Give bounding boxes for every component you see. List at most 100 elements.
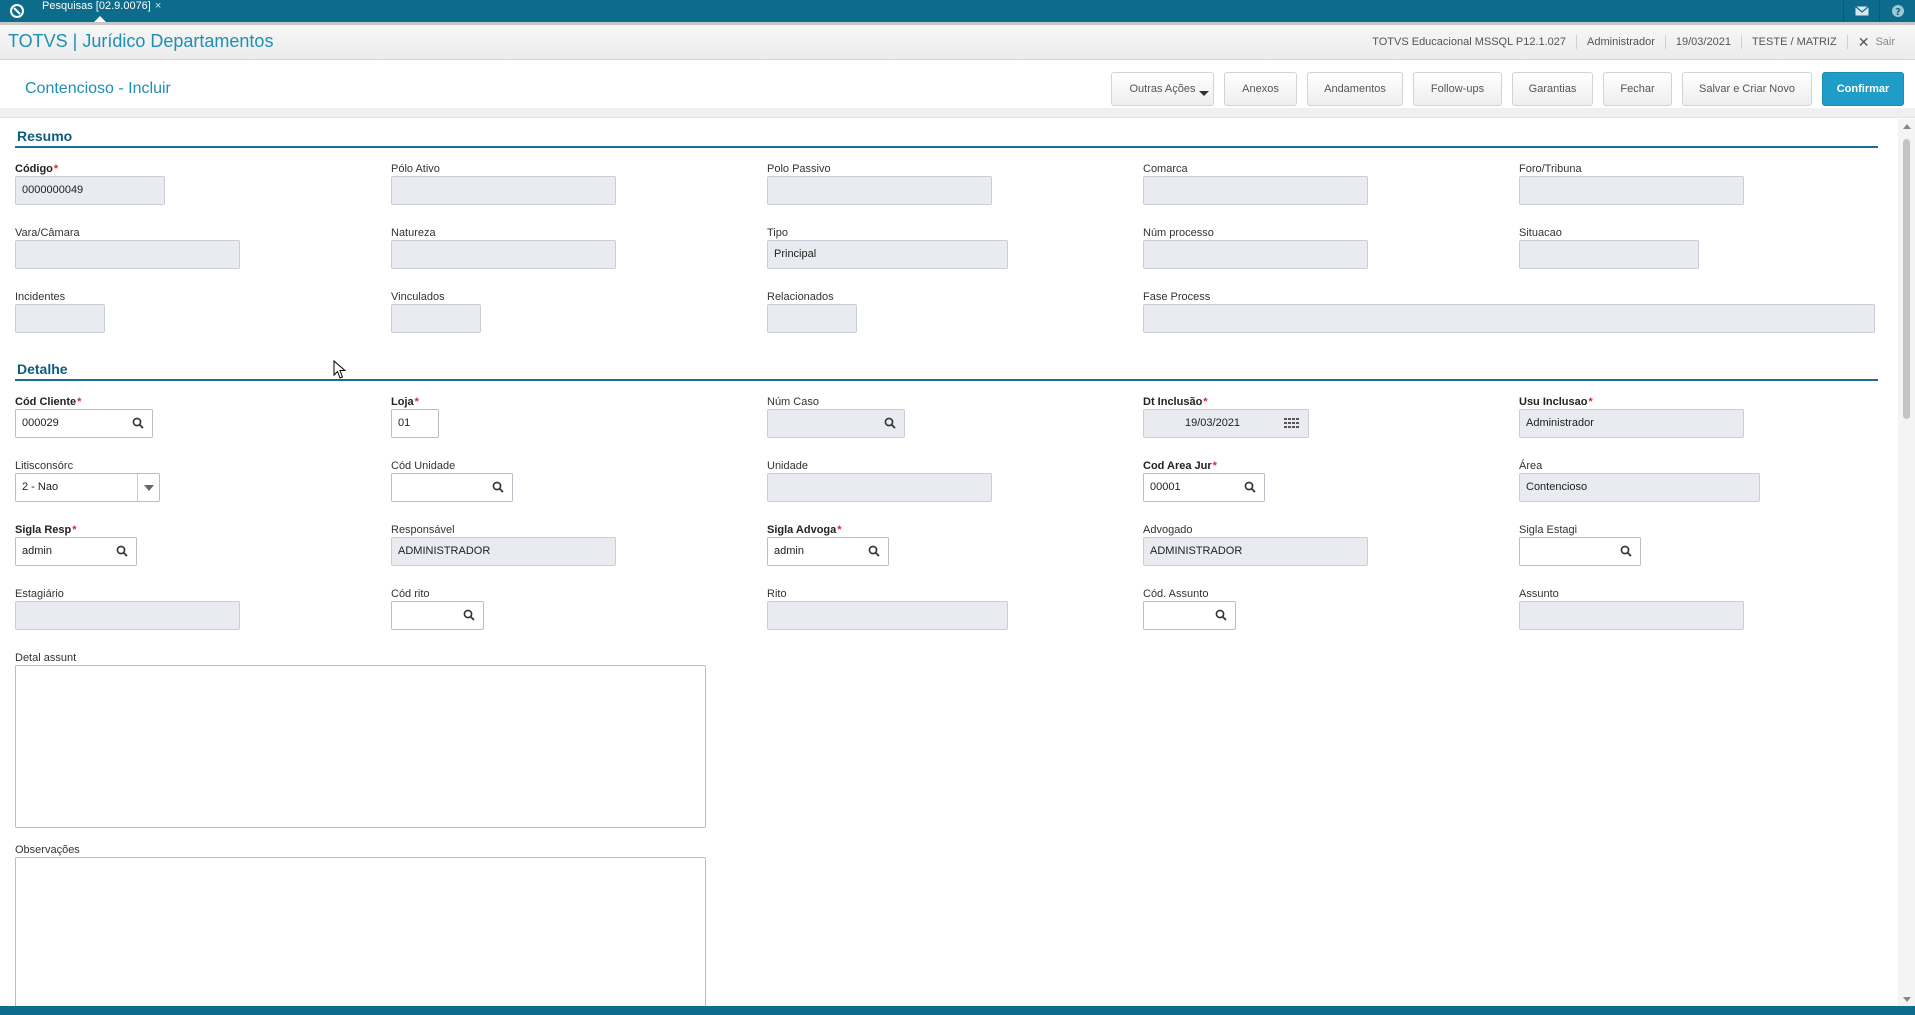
search-icon[interactable] [132, 417, 144, 429]
branch-label[interactable]: TESTE / MATRIZ [1740, 35, 1847, 49]
search-icon[interactable] [1244, 481, 1256, 493]
relacionados-field[interactable] [767, 304, 857, 333]
area-field[interactable]: Contencioso [1519, 473, 1760, 502]
search-icon[interactable] [492, 481, 504, 493]
other-actions-button[interactable]: Outras Ações [1111, 72, 1214, 106]
estagiario-field[interactable] [15, 601, 240, 630]
natureza-label: Natureza [391, 227, 436, 239]
rito-label: Rito [767, 588, 787, 600]
tipo-field[interactable]: Principal [767, 240, 1008, 269]
num-caso-label: Núm Caso [767, 396, 819, 408]
dt-inclusao-label: Dt Inclusão* [1143, 396, 1208, 408]
litisconsorc-select[interactable]: 2 - Nao [15, 473, 160, 502]
incidentes-field[interactable] [15, 304, 105, 333]
toolbar-separator [0, 108, 1915, 118]
foro-tribuna-field[interactable] [1519, 176, 1744, 205]
mail-icon[interactable] [1843, 0, 1879, 22]
polo-ativo-field[interactable] [391, 176, 616, 205]
guarantees-button[interactable]: Garantias [1512, 72, 1593, 106]
user-label: Administrador [1576, 35, 1665, 49]
polo-passivo-field[interactable] [767, 176, 992, 205]
codigo-label: Código* [15, 163, 59, 175]
responsavel-field[interactable]: ADMINISTRADOR [391, 537, 616, 566]
svg-text:?: ? [1895, 7, 1901, 18]
detal-assunt-textarea[interactable] [15, 665, 706, 828]
progress-button[interactable]: Andamentos [1307, 72, 1403, 106]
sigla-estagi-input[interactable] [1519, 537, 1641, 566]
vertical-scrollbar[interactable] [1898, 119, 1915, 1006]
scroll-down-icon[interactable] [1903, 997, 1911, 1002]
assunto-field[interactable] [1519, 601, 1744, 630]
session-info: TOTVS Educacional MSSQL P12.1.027 Admini… [1362, 25, 1905, 59]
comarca-label: Comarca [1143, 163, 1188, 175]
exit-label: Sair [1875, 36, 1895, 48]
usu-inclusao-field[interactable]: Administrador [1519, 409, 1744, 438]
estagiario-label: Estagiário [15, 588, 64, 600]
relacionados-label: Relacionados [767, 291, 834, 303]
search-icon[interactable] [463, 609, 475, 621]
date-label: 19/03/2021 [1664, 35, 1741, 49]
cod-unidade-input[interactable] [391, 473, 513, 502]
search-icon[interactable] [116, 545, 128, 557]
chevron-down-icon[interactable] [137, 474, 159, 501]
cod-area-jur-input[interactable]: 00001 [1143, 473, 1265, 502]
detal-assunt-label: Detal assunt [15, 652, 77, 664]
cod-rito-input[interactable] [391, 601, 484, 630]
other-actions-label: Outras Ações [1129, 83, 1196, 95]
num-processo-field[interactable] [1143, 240, 1368, 269]
exit-button[interactable]: ✕ Sair [1846, 35, 1905, 49]
search-icon[interactable] [884, 417, 896, 429]
top-tab-bar: Pesquisas [02.9.0076] × ? [0, 0, 1915, 22]
scroll-up-icon[interactable] [1903, 124, 1911, 129]
sigla-advoga-input[interactable]: admin [767, 537, 889, 566]
loja-input[interactable]: 01 [391, 409, 439, 438]
cod-cliente-input[interactable]: 000029 [15, 409, 153, 438]
advogado-field[interactable]: ADMINISTRADOR [1143, 537, 1368, 566]
usu-inclusao-label: Usu Inclusao* [1519, 396, 1593, 408]
app-header: TOTVS | Jurídico Departamentos TOTVS Edu… [0, 22, 1915, 60]
followups-button[interactable]: Follow-ups [1413, 72, 1502, 106]
bottom-bar [0, 1006, 1915, 1015]
sigla-resp-input[interactable]: admin [15, 537, 137, 566]
cod-rito-label: Cód rito [391, 588, 430, 600]
cod-area-jur-label: Cod Area Jur* [1143, 460, 1217, 472]
rito-field[interactable] [767, 601, 1008, 630]
foro-tribuna-label: Foro/Tribuna [1519, 163, 1582, 175]
observacoes-textarea[interactable] [15, 857, 706, 1006]
fase-process-field[interactable] [1143, 304, 1875, 333]
situacao-field[interactable] [1519, 240, 1699, 269]
natureza-field[interactable] [391, 240, 616, 269]
cod-assunto-label: Cód. Assunto [1143, 588, 1209, 600]
calendar-icon[interactable] [1284, 418, 1300, 430]
search-icon[interactable] [868, 545, 880, 557]
app-title: TOTVS | Jurídico Departamentos [8, 31, 274, 51]
dt-inclusao-field[interactable]: 19/03/2021 [1143, 409, 1309, 438]
advogado-label: Advogado [1143, 524, 1193, 536]
section-divider [15, 146, 1878, 148]
loja-label: Loja* [391, 396, 419, 408]
sigla-estagi-label: Sigla Estagi [1519, 524, 1578, 536]
help-icon[interactable]: ? [1879, 0, 1915, 22]
search-icon[interactable] [1215, 609, 1227, 621]
scrollbar-thumb[interactable] [1903, 139, 1910, 419]
section-title-detalhe: Detalhe [17, 361, 68, 377]
comarca-field[interactable] [1143, 176, 1368, 205]
close-button[interactable]: Fechar [1603, 72, 1672, 106]
cod-assunto-input[interactable] [1143, 601, 1236, 630]
codigo-field[interactable]: 0000000049 [15, 176, 165, 205]
home-icon[interactable] [8, 2, 26, 20]
search-icon[interactable] [1620, 545, 1632, 557]
unidade-field[interactable] [767, 473, 992, 502]
sigla-advoga-label: Sigla Advoga* [767, 524, 842, 536]
assunto-label: Assunto [1519, 588, 1559, 600]
attachments-button[interactable]: Anexos [1224, 72, 1297, 106]
vara-camara-field[interactable] [15, 240, 240, 269]
num-processo-label: Núm processo [1143, 227, 1214, 239]
vinculados-field[interactable] [391, 304, 481, 333]
num-caso-field[interactable] [767, 409, 905, 438]
confirm-button[interactable]: Confirmar [1822, 72, 1904, 106]
tipo-label: Tipo [767, 227, 788, 239]
save-and-new-button[interactable]: Salvar e Criar Novo [1682, 72, 1812, 106]
tab-close-icon[interactable]: × [155, 0, 161, 12]
vara-camara-label: Vara/Câmara [15, 227, 80, 239]
